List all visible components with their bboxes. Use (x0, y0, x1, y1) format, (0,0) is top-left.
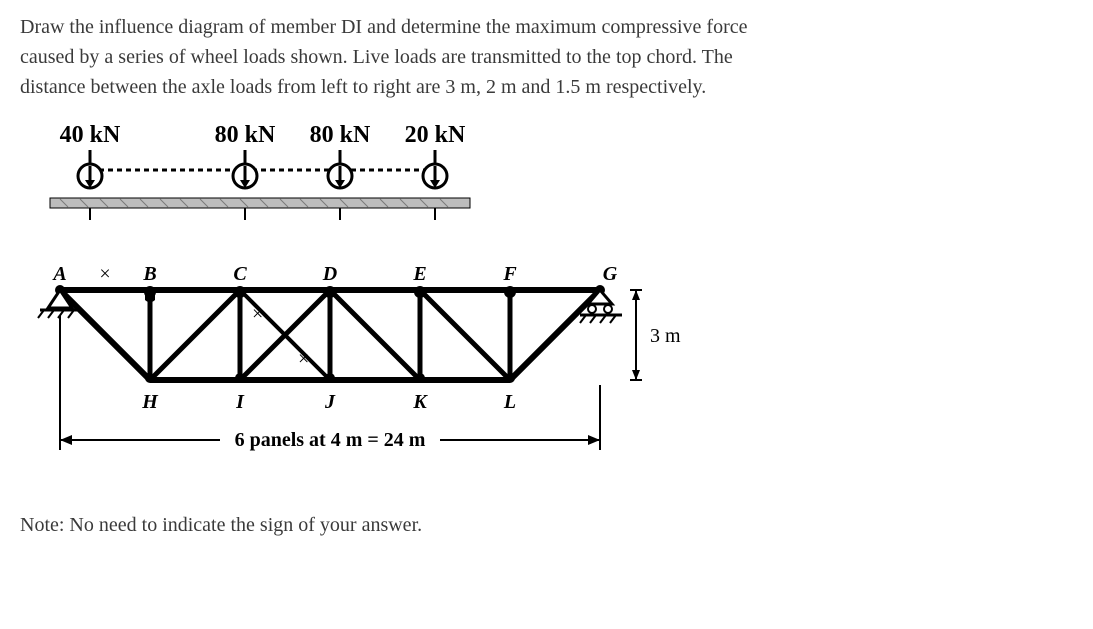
load-label-3: 80 kN (310, 122, 371, 148)
problem-line-3: distance between the axle loads from lef… (20, 76, 706, 98)
node-H: H (141, 391, 159, 413)
node-A: A (51, 263, 66, 285)
wheel-2 (233, 150, 257, 188)
height-label: 3 m (650, 325, 681, 347)
problem-line-2: caused by a series of wheel loads shown.… (20, 46, 733, 68)
mark-x-3: × (298, 348, 309, 370)
load-label-4: 20 kN (405, 122, 466, 148)
wheel-1 (78, 150, 102, 188)
mult-x1: × (99, 263, 110, 285)
node-D: D (322, 263, 337, 285)
wheel-4 (423, 150, 447, 188)
load-label-2: 80 kN (215, 122, 276, 148)
mark-x-1: × (252, 303, 263, 325)
node-B: B (142, 263, 156, 285)
wheel-3 (328, 150, 352, 188)
node-C: C (233, 263, 247, 285)
figure: 40 kN 80 kN 80 kN 20 kN (30, 120, 710, 480)
node-K: K (412, 391, 428, 413)
height-dimension: 3 m (630, 290, 681, 380)
note: Note: No need to indicate the sign of yo… (20, 510, 1073, 540)
road-surface (50, 198, 470, 208)
node-F: F (502, 263, 517, 285)
node-L: L (503, 391, 516, 413)
node-I: I (235, 391, 245, 413)
mark-x-2: × (278, 325, 289, 347)
truss-diagram: 40 kN 80 kN 80 kN 20 kN (30, 120, 710, 480)
node-J: J (324, 391, 336, 413)
problem-statement: Draw the influence diagram of member DI … (20, 12, 1073, 102)
load-label-1: 40 kN (60, 122, 121, 148)
span-label: 6 panels at 4 m = 24 m (235, 429, 426, 451)
problem-line-1: Draw the influence diagram of member DI … (20, 16, 748, 38)
node-E: E (412, 263, 426, 285)
node-G: G (603, 263, 618, 285)
